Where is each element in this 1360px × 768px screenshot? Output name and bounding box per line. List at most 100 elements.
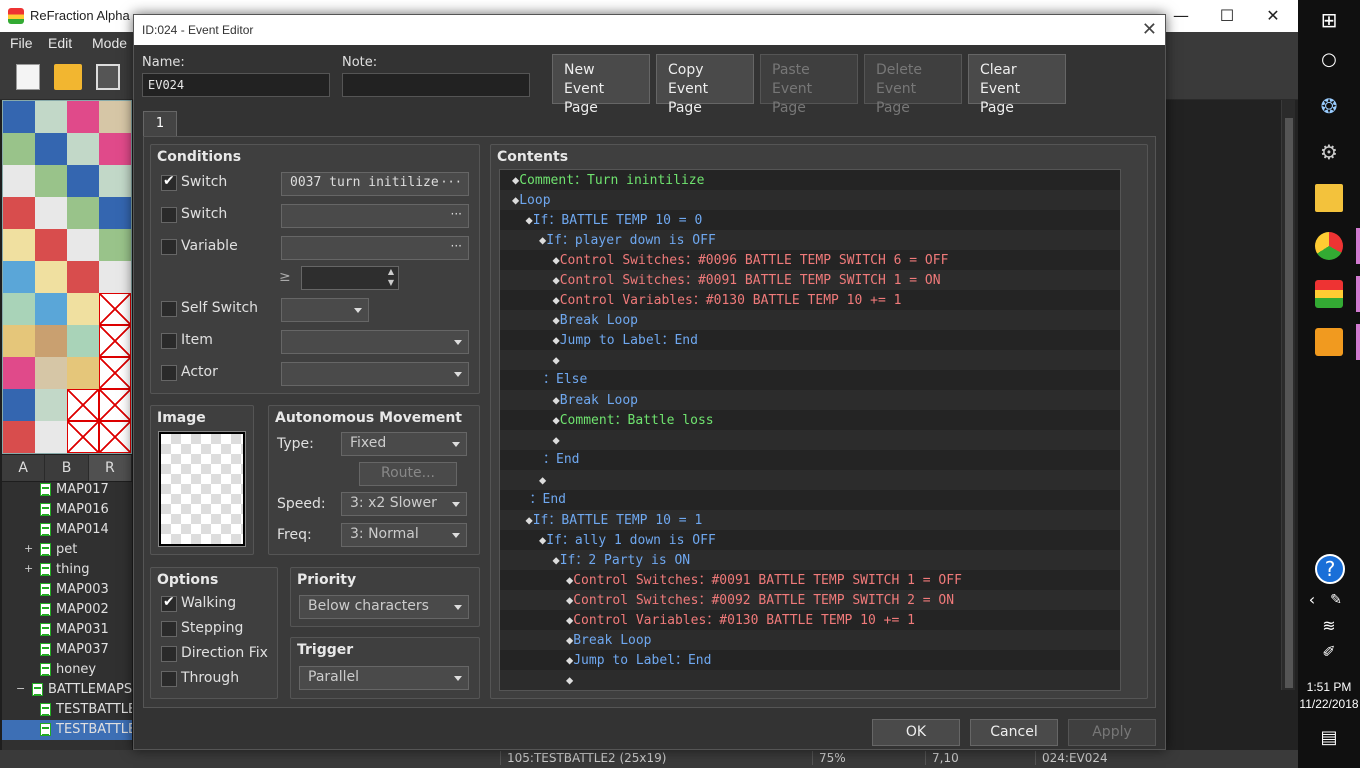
route-button[interactable]: Route...: [359, 462, 457, 486]
direction-fix-checkbox[interactable]: [161, 646, 177, 662]
menu-mode[interactable]: Mode: [92, 35, 127, 51]
cancel-button[interactable]: Cancel: [970, 719, 1058, 746]
spin-up-icon[interactable]: ▲: [388, 267, 394, 276]
trigger-dropdown[interactable]: Parallel: [299, 666, 469, 690]
file-explorer-icon[interactable]: [1315, 184, 1343, 212]
actor-checkbox[interactable]: [161, 365, 177, 381]
tileset-tile[interactable]: [67, 229, 99, 261]
save-icon[interactable]: [96, 64, 120, 90]
tileset-tile[interactable]: [35, 357, 67, 389]
clear-event-page-button[interactable]: Clear Event Page: [968, 54, 1066, 116]
new-event-page-button[interactable]: New Event Page: [552, 54, 650, 116]
tileset-tab-a[interactable]: A: [2, 455, 46, 481]
tileset-tile[interactable]: [99, 421, 131, 453]
tileset-tile[interactable]: [3, 133, 35, 165]
tileset-tab-r[interactable]: R: [88, 455, 132, 481]
event-command-row[interactable]: ◆If：2 Party is ON: [500, 550, 1120, 570]
tileset-tile[interactable]: [67, 357, 99, 389]
tileset-tile[interactable]: [35, 293, 67, 325]
tileset-tile[interactable]: [35, 261, 67, 293]
self-switch-checkbox[interactable]: [161, 301, 177, 317]
event-command-row[interactable]: ◆Control Switches：#0091 BATTLE TEMP SWIT…: [500, 570, 1120, 590]
tileset-tile[interactable]: [99, 357, 131, 389]
movement-speed-dropdown[interactable]: 3: x2 Slower: [341, 492, 467, 516]
tileset-tile[interactable]: [99, 389, 131, 421]
tileset-tile[interactable]: [67, 325, 99, 357]
priority-dropdown[interactable]: Below characters: [299, 595, 469, 619]
tileset-tile[interactable]: [35, 133, 67, 165]
through-checkbox[interactable]: [161, 671, 177, 687]
app-swirl-icon[interactable]: ❂: [1315, 92, 1343, 120]
network-icon[interactable]: ≋: [1315, 612, 1343, 640]
tileset-tile[interactable]: [3, 421, 35, 453]
expand-icon[interactable]: +: [24, 562, 33, 575]
tileset-tile[interactable]: [67, 197, 99, 229]
tileset-tile[interactable]: [3, 165, 35, 197]
volume-icon[interactable]: ✎: [1328, 586, 1344, 614]
tileset-tile[interactable]: [35, 165, 67, 197]
tileset-tile[interactable]: [3, 261, 35, 293]
tileset-tile[interactable]: [99, 101, 131, 133]
event-command-row[interactable]: ◆Control Switches：#0091 BATTLE TEMP SWIT…: [500, 270, 1120, 290]
event-command-row[interactable]: ◆Break Loop: [500, 630, 1120, 650]
tileset-tile[interactable]: [3, 229, 35, 261]
steam-icon[interactable]: ⚙: [1315, 138, 1343, 166]
switch2-selector[interactable]: ···: [281, 204, 469, 228]
event-command-row[interactable]: ◆: [500, 350, 1120, 370]
tileset-tab-b[interactable]: B: [45, 455, 89, 481]
event-command-row[interactable]: ◆If：BATTLE TEMP 10 = 1: [500, 510, 1120, 530]
tileset-tile[interactable]: [67, 389, 99, 421]
map-tree-item[interactable]: honey: [2, 660, 132, 680]
clock-date[interactable]: 11/22/2018: [1298, 697, 1360, 711]
event-command-row[interactable]: ：End: [500, 490, 1120, 510]
ok-button[interactable]: OK: [872, 719, 960, 746]
copy-event-page-button[interactable]: Copy Event Page: [656, 54, 754, 116]
tileset-tile[interactable]: [35, 325, 67, 357]
pen-icon[interactable]: ✐: [1315, 638, 1343, 666]
tileset-tile[interactable]: [35, 197, 67, 229]
switch2-checkbox[interactable]: [161, 207, 177, 223]
tileset-tile[interactable]: [67, 165, 99, 197]
tileset-tile[interactable]: [99, 165, 131, 197]
tileset-tile[interactable]: [99, 325, 131, 357]
walking-checkbox[interactable]: [161, 594, 177, 612]
expand-icon[interactable]: +: [24, 542, 33, 555]
event-command-row[interactable]: ◆Loop: [500, 190, 1120, 210]
map-tree-item[interactable]: MAP037: [2, 640, 132, 660]
event-commands-list[interactable]: ◆Comment：Turn inintilize ◆Loop ◆If：BATTLE …: [499, 169, 1121, 691]
clock-time[interactable]: 1:51 PM: [1298, 680, 1360, 694]
event-command-row[interactable]: ◆: [500, 670, 1120, 690]
map-tree-item[interactable]: MAP003: [2, 580, 132, 600]
tileset-tile[interactable]: [35, 229, 67, 261]
event-command-row[interactable]: ◆If：player down is OFF: [500, 230, 1120, 250]
variable-checkbox[interactable]: [161, 239, 177, 255]
event-command-row[interactable]: ◆Control Variables：#0130 BATTLE TEMP 10 …: [500, 290, 1120, 310]
tileset-tile[interactable]: [3, 357, 35, 389]
actor-dropdown[interactable]: [281, 362, 469, 386]
cortana-icon[interactable]: ○: [1315, 46, 1343, 74]
dialog-close-icon[interactable]: ✕: [1142, 19, 1157, 40]
self-switch-dropdown[interactable]: [281, 298, 369, 322]
help-icon[interactable]: ?: [1315, 554, 1345, 584]
event-command-row[interactable]: ◆Control Variables：#0130 BATTLE TEMP 10 …: [500, 610, 1120, 630]
map-tree-item[interactable]: MAP016: [2, 500, 132, 520]
tray-chevron-icon[interactable]: ‹: [1304, 586, 1320, 614]
map-tree-item[interactable]: MAP031: [2, 620, 132, 640]
paste-event-page-button[interactable]: Paste Event Page: [760, 54, 858, 116]
movement-type-dropdown[interactable]: Fixed: [341, 432, 467, 456]
event-command-row[interactable]: ：Else: [500, 370, 1120, 390]
map-tree-item[interactable]: + thing: [2, 560, 132, 580]
tileset-tile[interactable]: [99, 133, 131, 165]
event-image-preview[interactable]: [158, 431, 246, 547]
tileset-tile[interactable]: [35, 389, 67, 421]
delete-event-page-button[interactable]: Delete Event Page: [864, 54, 962, 116]
rpgmaker-icon[interactable]: [1315, 280, 1343, 308]
map-tree-item[interactable]: + pet: [2, 540, 132, 560]
tileset-tile[interactable]: [3, 197, 35, 229]
tileset-tile[interactable]: [67, 101, 99, 133]
note-input[interactable]: [342, 73, 530, 97]
event-command-row[interactable]: ◆Jump to Label：End: [500, 330, 1120, 350]
new-project-icon[interactable]: [16, 64, 40, 90]
map-vscrollbar[interactable]: [1281, 100, 1295, 690]
item-dropdown[interactable]: [281, 330, 469, 354]
